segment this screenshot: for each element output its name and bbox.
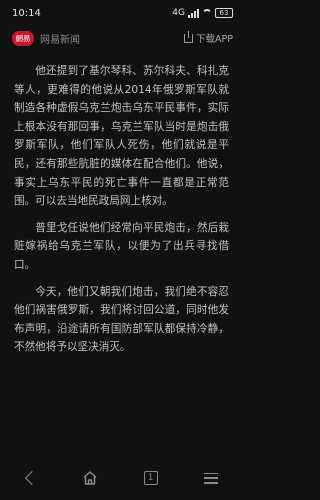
article-paragraph: 普里戈任说他们经常向平民炮击，然后栽赃嫁祸给乌克兰军队，以便为了出兵寻找借口。: [14, 221, 229, 271]
app-header: 網易 网易新闻 下载APP: [0, 26, 241, 50]
wifi-icon: [202, 9, 212, 17]
brand[interactable]: 網易 网易新闻: [12, 30, 80, 46]
download-app-button[interactable]: 下载APP: [184, 30, 233, 45]
status-icons: 4G 63: [172, 8, 233, 18]
menu-button[interactable]: [193, 460, 229, 496]
home-button[interactable]: [72, 460, 108, 496]
battery-icon: 63: [215, 8, 233, 18]
status-time: 10:14: [12, 7, 41, 19]
home-icon: [83, 471, 97, 485]
tabs-button[interactable]: 1: [133, 460, 169, 496]
download-icon: [184, 30, 194, 43]
article-paragraph: 他还提到了基尔琴科、苏尔科夫、科扎克等人，更难得的他说从2014年俄罗斯军队就制…: [14, 65, 229, 208]
menu-icon: [203, 472, 218, 484]
bottom-nav: 1: [0, 456, 241, 500]
status-bar: 10:14 4G 63: [0, 0, 241, 26]
article-body: 他还提到了基尔琴科、苏尔科夫、科扎克等人，更难得的他说从2014年俄罗斯军队就制…: [0, 50, 241, 365]
netease-logo: 網易: [12, 30, 34, 46]
tabs-icon: 1: [143, 471, 158, 485]
download-label: 下载APP: [196, 34, 233, 45]
back-icon: [25, 470, 40, 486]
signal-icon: [188, 8, 199, 18]
back-button[interactable]: [12, 460, 48, 496]
battery-level: 63: [219, 9, 229, 17]
app-name: 网易新闻: [40, 34, 80, 46]
article-paragraph: 今天，他们又朝我们炮击，我们绝不容忍他们祸害俄罗斯，我们将讨回公道，同时他发布声…: [14, 285, 229, 354]
network-type: 4G: [172, 8, 185, 18]
